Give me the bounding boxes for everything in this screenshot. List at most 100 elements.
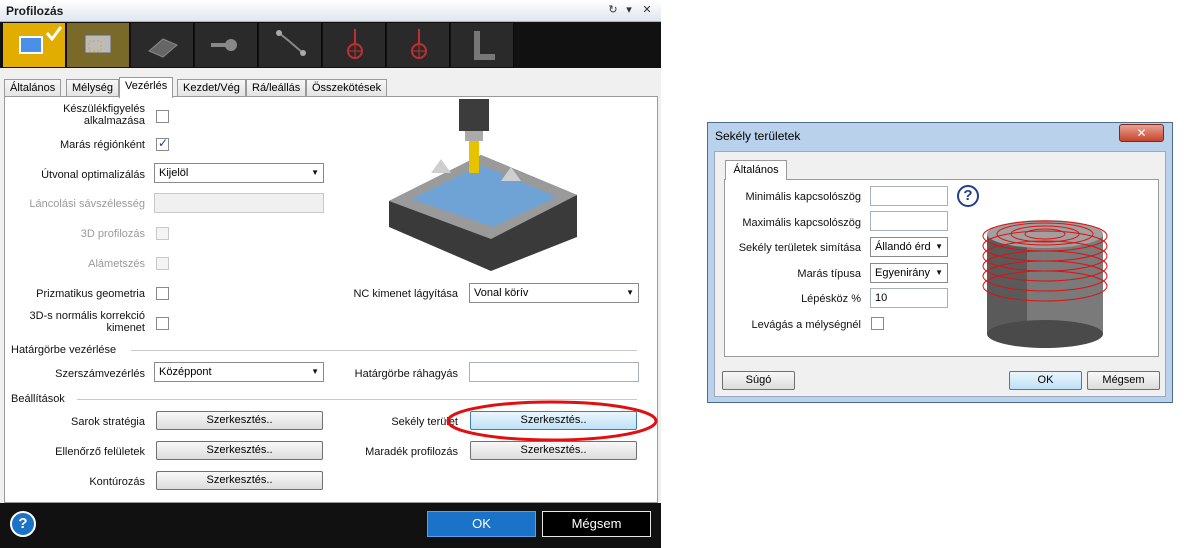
path-optimization-select[interactable]: Kijelöl ▼ bbox=[154, 163, 324, 183]
control-tab-panel: Készülékfigyelés alkalmazása Marás régió… bbox=[4, 96, 658, 503]
residual-profiling-label: Maradék profilozás bbox=[365, 446, 458, 458]
max-gap-input[interactable] bbox=[870, 211, 948, 231]
shallow-areas-label: Sekély terület bbox=[391, 416, 458, 428]
region-tool-button[interactable] bbox=[67, 23, 130, 67]
boundary-section-title: Határgörbe vezérlése bbox=[11, 344, 117, 356]
tab-bar: Általános Mélység Vezérlés Kezdet/Vég Rá… bbox=[4, 77, 658, 98]
crosshair-icon bbox=[411, 29, 427, 59]
min-gap-input[interactable] bbox=[870, 186, 948, 206]
check-surfaces-label: Ellenőrző felületek bbox=[55, 446, 145, 458]
path-tool-icon bbox=[276, 30, 306, 56]
highlight-ellipse bbox=[446, 400, 658, 442]
chain-bandwidth-label: Láncolási sávszélesség bbox=[29, 198, 145, 210]
step-input[interactable]: 10 bbox=[870, 288, 948, 308]
device-monitor-label: Készülékfigyelés alkalmazása bbox=[63, 103, 145, 127]
max-gap-label: Maximális kapcsolószög bbox=[742, 217, 861, 229]
drill-tool-icon bbox=[211, 39, 237, 51]
check-surfaces-edit-button[interactable]: Szerkesztés.. bbox=[156, 441, 323, 460]
exit-point-tool-button[interactable] bbox=[387, 23, 450, 67]
window-title: Profilozás bbox=[6, 4, 64, 18]
region-milling-label: Marás régiónként bbox=[60, 139, 145, 151]
dropdown-arrow-icon: ▼ bbox=[311, 168, 319, 177]
normal-correction-checkbox[interactable] bbox=[156, 317, 169, 330]
section-divider bbox=[131, 350, 637, 351]
region-milling-checkbox[interactable]: ✓ bbox=[156, 136, 169, 151]
tab-depth[interactable]: Mélység bbox=[66, 79, 119, 97]
surface-tool-icon bbox=[148, 38, 178, 58]
nc-smoothing-label: NC kimenet lágyítása bbox=[353, 288, 458, 300]
milling-type-label: Marás típusa bbox=[797, 268, 861, 280]
dialog-title: Sekély területek bbox=[715, 129, 801, 143]
path-optimization-value: Kijelöl bbox=[159, 167, 189, 179]
contouring-label: Kontúrozás bbox=[89, 476, 145, 488]
dialog-cancel-button[interactable]: Mégsem bbox=[1087, 371, 1160, 390]
smoothing-select[interactable]: Állandó érd ▼ bbox=[870, 237, 948, 257]
dialog-close-button[interactable]: ✕ bbox=[1119, 124, 1164, 142]
help-icon[interactable]: ? bbox=[10, 511, 36, 537]
refresh-icon[interactable]: ↻ bbox=[606, 3, 620, 17]
cancel-button[interactable]: Mégsem bbox=[542, 511, 651, 537]
nc-smoothing-value: Vonal körív bbox=[474, 287, 529, 299]
tab-control[interactable]: Vezérlés bbox=[119, 77, 174, 98]
dropdown-arrow-icon: ▼ bbox=[311, 367, 319, 376]
ok-button[interactable]: OK bbox=[427, 511, 536, 537]
close-icon[interactable]: ✕ bbox=[640, 3, 654, 17]
surface-tool-button[interactable] bbox=[131, 23, 194, 67]
smoothing-label: Sekély területek simítása bbox=[738, 242, 861, 254]
path-tool-button[interactable] bbox=[259, 23, 322, 67]
tool-control-value: Középpont bbox=[159, 366, 212, 378]
pocket-milling-illustration bbox=[389, 99, 577, 271]
profiling-3d-checkbox[interactable] bbox=[156, 227, 169, 240]
dialog-body: Általános Minimális kapcsolószög Maximál… bbox=[714, 151, 1166, 397]
boundary-overlap-input[interactable] bbox=[469, 362, 639, 382]
settings-section-title: Beállítások bbox=[11, 393, 65, 405]
undercut-checkbox[interactable] bbox=[156, 257, 169, 270]
main-footer: ? OK Mégsem bbox=[0, 503, 661, 548]
cut-at-depth-checkbox[interactable] bbox=[871, 317, 884, 330]
tab-lead-in-out[interactable]: Rá/leállás bbox=[246, 79, 307, 97]
dropdown-arrow-icon: ▼ bbox=[626, 288, 634, 297]
tool-control-select[interactable]: Középpont ▼ bbox=[154, 362, 324, 382]
step-label: Lépésköz % bbox=[801, 293, 861, 305]
drill-tool-button[interactable] bbox=[195, 23, 258, 67]
device-monitor-checkbox[interactable] bbox=[156, 110, 169, 123]
milling-type-select[interactable]: Egyenirány ▼ bbox=[870, 263, 948, 283]
cut-at-depth-label: Levágás a mélységnél bbox=[751, 319, 861, 331]
dialog-ok-button[interactable]: OK bbox=[1009, 371, 1082, 390]
contouring-edit-button[interactable]: Szerkesztés.. bbox=[156, 471, 323, 490]
dialog-tab-general[interactable]: Általános bbox=[725, 160, 787, 180]
profiling-3d-label: 3D profilozás bbox=[80, 228, 145, 240]
normal-correction-label: 3D-s normális korrekció kimenet bbox=[29, 310, 145, 334]
prismatic-geometry-checkbox[interactable] bbox=[156, 287, 169, 300]
crosshair-icon bbox=[347, 29, 363, 59]
profiling-window: Profilozás ↻ ▾ ✕ Általános Mélység Vezér… bbox=[0, 0, 661, 548]
corner-strategy-label: Sarok stratégia bbox=[71, 416, 145, 428]
prismatic-geometry-label: Prizmatikus geometria bbox=[36, 288, 145, 300]
corner-strategy-edit-button[interactable]: Szerkesztés.. bbox=[156, 411, 323, 430]
tool-control-label: Szerszámvezérlés bbox=[55, 368, 145, 380]
tab-links[interactable]: Összekötések bbox=[306, 79, 388, 97]
entry-point-tool-button[interactable] bbox=[323, 23, 386, 67]
corner-tool-button[interactable] bbox=[451, 23, 514, 67]
dropdown-arrow-icon: ▼ bbox=[935, 268, 943, 277]
residual-profiling-edit-button[interactable]: Szerkesztés.. bbox=[470, 441, 637, 460]
main-titlebar: Profilozás ↻ ▾ ✕ bbox=[0, 0, 661, 22]
tab-start-end[interactable]: Kezdet/Vég bbox=[177, 79, 246, 97]
tab-general[interactable]: Általános bbox=[4, 79, 62, 97]
smoothing-value: Állandó érd bbox=[875, 241, 931, 253]
chevron-down-icon[interactable]: ▾ bbox=[622, 3, 636, 17]
shallow-areas-dialog: Sekély területek ✕ Általános Minimális k… bbox=[707, 122, 1173, 403]
dropdown-arrow-icon: ▼ bbox=[935, 242, 943, 251]
nc-smoothing-select[interactable]: Vonal körív ▼ bbox=[469, 283, 639, 303]
strategy-toolbar bbox=[0, 22, 661, 68]
chain-bandwidth-input[interactable] bbox=[154, 193, 324, 213]
corner-tool-icon bbox=[474, 31, 495, 60]
boundary-overlap-label: Határgörbe ráhagyás bbox=[354, 368, 458, 380]
min-gap-label: Minimális kapcsolószög bbox=[745, 191, 861, 203]
milling-type-value: Egyenirány bbox=[875, 267, 931, 279]
profile-tool-button[interactable] bbox=[3, 23, 66, 67]
help-icon[interactable]: ? bbox=[957, 185, 979, 207]
dialog-tab-panel: Minimális kapcsolószög Maximális kapcsol… bbox=[724, 179, 1159, 357]
help-button[interactable]: Súgó bbox=[722, 371, 795, 390]
path-optimization-label: Útvonal optimalizálás bbox=[41, 169, 145, 181]
